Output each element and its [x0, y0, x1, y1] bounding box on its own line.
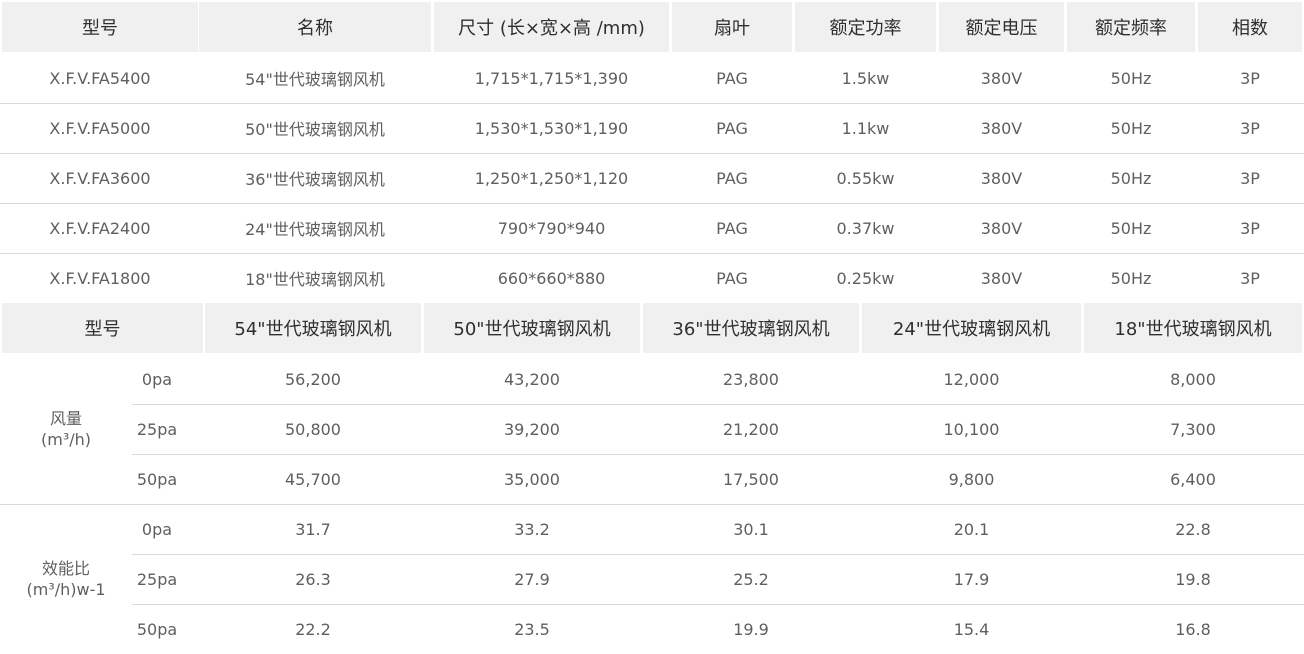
perf-value: 23.5 — [514, 619, 550, 639]
perf-value: 12,000 — [943, 369, 1000, 389]
spec-cell: PAG — [716, 268, 748, 288]
spec-cell: 380V — [980, 218, 1023, 238]
spec-cell: 50Hz — [1110, 68, 1152, 88]
perf-value: 22.8 — [1175, 519, 1211, 539]
spec-cell: 380V — [980, 268, 1023, 288]
spec-cell: 0.37kw — [836, 218, 895, 238]
spec-cell: PAG — [716, 168, 748, 188]
spec-header-6: 额定频率 — [1095, 18, 1167, 39]
spec-cell: X.F.V.FA2400 — [49, 218, 151, 238]
spec-cell: 1.1kw — [841, 118, 890, 138]
spec-cell: 50Hz — [1110, 218, 1152, 238]
perf-value: 20.1 — [953, 519, 990, 539]
perf-value: 45,700 — [285, 469, 341, 489]
perf-value: 10,100 — [943, 419, 1000, 439]
perf-value: 31.7 — [295, 519, 331, 539]
perf-pressure: 0pa — [141, 369, 173, 389]
spec-header-5: 额定电压 — [965, 18, 1038, 39]
perf-value: 6,400 — [1170, 469, 1216, 489]
spec-cell: 1.5kw — [841, 68, 890, 88]
perf-group-label-line1: 风量 — [49, 409, 82, 428]
perf-value: 23,800 — [723, 369, 779, 389]
spec-header-1: 名称 — [297, 18, 333, 39]
spec-cell: 50"世代玻璃钢风机 — [245, 120, 385, 139]
perf-group-label-line2: (m³/h)w-1 — [26, 580, 106, 599]
spec-cell: 3P — [1240, 68, 1260, 88]
perf-value: 7,300 — [1170, 419, 1216, 439]
perf-pressure: 25pa — [136, 569, 178, 589]
perf-group-label: 效能比 (m³/h)w-1 — [0, 504, 132, 654]
spec-cell: 0.25kw — [836, 268, 895, 288]
perf-value: 17,500 — [723, 469, 779, 489]
perf-value: 30.1 — [733, 519, 769, 539]
spec-cell: 380V — [980, 68, 1023, 88]
spec-cell: 660*660*880 — [497, 268, 606, 288]
perf-value: 27.9 — [514, 569, 550, 589]
spec-cell: 0.55kw — [836, 168, 895, 188]
perf-value: 16.8 — [1175, 619, 1211, 639]
perf-header-model: 50"世代玻璃钢风机 — [453, 319, 611, 340]
spec-cell: 24"世代玻璃钢风机 — [245, 220, 385, 239]
spec-cell: 50Hz — [1110, 118, 1152, 138]
spec-cell: PAG — [716, 118, 748, 138]
spec-cell: 1,530*1,530*1,190 — [474, 118, 629, 138]
perf-header-model: 24"世代玻璃钢风机 — [892, 319, 1051, 340]
perf-pressure: 25pa — [136, 419, 178, 439]
spec-cell: 790*790*940 — [497, 218, 606, 238]
perf-header-model: 54"世代玻璃钢风机 — [234, 319, 392, 340]
spec-cell: 3P — [1240, 168, 1260, 188]
perf-value: 15.4 — [953, 619, 990, 639]
perf-header-model: 36"世代玻璃钢风机 — [672, 319, 830, 340]
spec-header-4: 额定功率 — [829, 18, 902, 39]
perf-value: 33.2 — [514, 519, 550, 539]
perf-value: 56,200 — [285, 369, 341, 389]
spec-cell: 36"世代玻璃钢风机 — [245, 170, 385, 189]
perf-group-label-line1: 效能比 — [41, 559, 90, 578]
perf-value: 50,800 — [285, 419, 341, 439]
spec-cell: 50Hz — [1110, 268, 1152, 288]
perf-value: 8,000 — [1170, 369, 1216, 389]
perf-value: 35,000 — [504, 469, 560, 489]
spec-cell: 380V — [980, 168, 1023, 188]
spec-cell: 380V — [980, 118, 1023, 138]
perf-pressure: 50pa — [136, 469, 178, 489]
spec-cell: 50Hz — [1110, 168, 1152, 188]
spec-cell: 18"世代玻璃钢风机 — [245, 270, 385, 289]
spec-cell: 3P — [1240, 118, 1260, 138]
spec-header-3: 扇叶 — [714, 18, 750, 39]
perf-header-model: 18"世代玻璃钢风机 — [1114, 319, 1272, 340]
perf-pressure: 50pa — [136, 619, 178, 639]
perf-pressure: 0pa — [141, 519, 173, 539]
perf-value: 43,200 — [504, 369, 560, 389]
perf-value: 39,200 — [504, 419, 560, 439]
perf-value: 25.2 — [733, 569, 769, 589]
perf-value: 19.9 — [733, 619, 769, 639]
perf-group-label: 风量 (m³/h) — [0, 354, 132, 504]
spec-header-2: 尺寸 (长×宽×高 /mm) — [458, 18, 645, 39]
spec-cell: 3P — [1240, 218, 1260, 238]
perf-group-label-line2: (m³/h) — [40, 430, 91, 449]
spec-cell: PAG — [716, 218, 748, 238]
perf-value: 17.9 — [953, 569, 990, 589]
spec-cell: 1,250*1,250*1,120 — [474, 168, 629, 188]
perf-value: 19.8 — [1175, 569, 1211, 589]
perf-header-label: 型号 — [84, 319, 121, 340]
perf-value: 21,200 — [723, 419, 779, 439]
spec-cell: 3P — [1240, 268, 1260, 288]
spec-cell: PAG — [716, 68, 748, 88]
spec-cell: X.F.V.FA5400 — [49, 68, 151, 88]
spec-cell: X.F.V.FA1800 — [49, 268, 151, 288]
spec-header-7: 相数 — [1232, 18, 1268, 39]
spec-cell: X.F.V.FA5000 — [49, 118, 151, 138]
perf-value: 22.2 — [295, 619, 331, 639]
spec-cell: 54"世代玻璃钢风机 — [245, 70, 385, 89]
spec-cell: 1,715*1,715*1,390 — [474, 68, 629, 88]
spec-header-0: 型号 — [82, 18, 118, 39]
perf-value: 9,800 — [948, 469, 995, 489]
spec-cell: X.F.V.FA3600 — [49, 168, 151, 188]
perf-value: 26.3 — [295, 569, 331, 589]
